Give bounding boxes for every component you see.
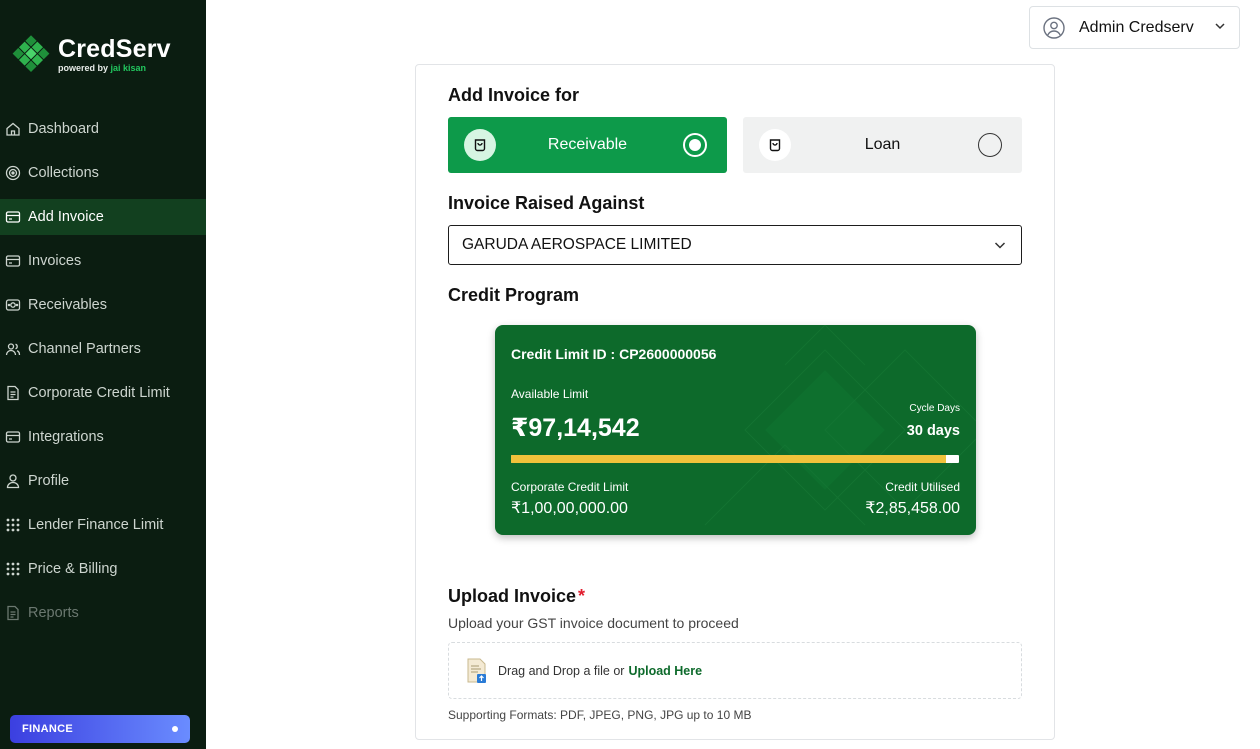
invoice-raised-against-heading: Invoice Raised Against: [448, 193, 645, 213]
status-dot: [172, 726, 178, 732]
finance-badge-label: FINANCE: [22, 723, 73, 735]
finance-badge[interactable]: FINANCE: [10, 715, 190, 743]
sidebar-item-label: Profile: [28, 473, 70, 489]
available-limit-value: ₹97,14,542: [511, 414, 640, 442]
corporate-credit-limit-label: Corporate Credit Limit: [511, 480, 629, 494]
users-icon: [5, 341, 21, 357]
brand-logo[interactable]: CredServ powered by jai kisan: [10, 34, 171, 76]
credit-limit-id: Credit Limit ID : CP2600000056: [511, 346, 717, 362]
sidebar-item-label: Collections: [28, 165, 99, 181]
credit-utilised-label: Credit Utilised: [885, 480, 960, 494]
receivable-option[interactable]: Receivable: [448, 117, 727, 173]
user-icon: [5, 473, 21, 489]
upload-invoice-subtitle: Upload your GST invoice document to proc…: [448, 615, 739, 631]
supported-formats-text: Supporting Formats: PDF, JPEG, PNG, JPG …: [448, 708, 752, 722]
add-invoice-panel: Add Invoice for Receivable Loan Invoice …: [415, 64, 1055, 740]
sidebar-item-label: Add Invoice: [28, 209, 104, 225]
cycle-days-value: 30 days: [906, 423, 960, 439]
sidebar-item-receivables[interactable]: Receivables: [0, 283, 206, 327]
sidebar-item-label: Price & Billing: [28, 561, 118, 577]
sidebar-item-integrations[interactable]: Integrations: [0, 415, 206, 459]
chevron-down-icon: [1215, 23, 1225, 30]
sidebar-item-label: Corporate Credit Limit: [28, 385, 170, 401]
cycle-days-label: Cycle Days: [909, 403, 960, 414]
utilisation-progress-fill: [511, 455, 946, 463]
drop-zone-text: Drag and Drop a file or: [498, 663, 625, 678]
sidebar-item-add-invoice[interactable]: Add Invoice: [0, 199, 206, 235]
sidebar-item-lender-finance-limit[interactable]: Lender Finance Limit: [0, 503, 206, 547]
sidebar-item-label: Dashboard: [28, 121, 99, 137]
invoice-raised-against-select[interactable]: GARUDA AEROSPACE LIMITED: [448, 225, 1022, 265]
home-icon: [5, 121, 21, 137]
add-invoice-for-heading: Add Invoice for: [448, 85, 580, 105]
chevron-down-icon: [994, 242, 1006, 249]
selected-corporate: GARUDA AEROSPACE LIMITED: [462, 236, 692, 253]
invoice-icon: [5, 253, 21, 269]
brand-powered-by: powered by jai kisan: [58, 63, 147, 73]
sidebar-item-invoices[interactable]: Invoices: [0, 239, 206, 283]
sidebar-item-label: Invoices: [28, 253, 82, 269]
utilisation-progress-bar: [511, 455, 959, 463]
sidebar-item-channel-partners[interactable]: Channel Partners: [0, 327, 206, 371]
dots-grid-icon: [5, 561, 21, 577]
user-name: Admin Credserv: [1079, 18, 1194, 36]
file-upload-icon: [467, 658, 486, 683]
avatar-icon: [1043, 16, 1065, 39]
loan-option[interactable]: Loan: [743, 117, 1022, 173]
credit-program-card: Credit Limit ID : CP2600000056 Available…: [495, 325, 976, 535]
sidebar-item-label: Integrations: [28, 429, 104, 445]
available-limit-label: Available Limit: [511, 387, 589, 401]
credit-utilised-value: ₹2,85,458.00: [865, 500, 960, 517]
file-drop-zone[interactable]: Drag and Drop a file or Upload Here: [448, 642, 1022, 699]
document-icon: [5, 385, 21, 401]
brand-name: CredServ: [58, 35, 171, 63]
sidebar-item-label: Channel Partners: [28, 341, 141, 357]
sidebar-item-reports: Reports: [0, 591, 206, 635]
sidebar-item-corporate-credit-limit[interactable]: Corporate Credit Limit: [0, 371, 206, 415]
target-icon: [5, 165, 21, 181]
sidebar-nav: Dashboard Collections Add Invoice Invoic…: [0, 107, 206, 635]
sidebar-item-dashboard[interactable]: Dashboard: [0, 107, 206, 151]
sidebar-item-label: Reports: [28, 605, 79, 621]
sidebar-item-profile[interactable]: Profile: [0, 459, 206, 503]
upload-here-link[interactable]: Upload Here: [628, 664, 702, 678]
sidebar: CredServ powered by jai kisan Dashboard …: [0, 0, 206, 749]
integrations-icon: [5, 429, 21, 445]
document-icon: [5, 605, 21, 621]
invoice-icon: [5, 209, 21, 225]
loan-radio[interactable]: [978, 133, 1002, 157]
dots-grid-icon: [5, 517, 21, 533]
required-mark: *: [578, 586, 586, 606]
sidebar-item-price-billing[interactable]: Price & Billing: [0, 547, 206, 591]
sidebar-item-label: Lender Finance Limit: [28, 517, 164, 533]
corporate-credit-limit-value: ₹1,00,00,000.00: [511, 500, 628, 517]
sidebar-item-label: Receivables: [28, 297, 107, 313]
credserv-logo-icon: [12, 35, 50, 72]
receivable-radio[interactable]: [683, 133, 707, 157]
sidebar-item-collections[interactable]: Collections: [0, 151, 206, 195]
upload-invoice-heading: Upload Invoice *: [448, 586, 586, 606]
receivables-icon: [5, 297, 21, 313]
credit-program-heading: Credit Program: [448, 285, 580, 305]
user-menu-button[interactable]: Admin Credserv: [1029, 6, 1240, 49]
